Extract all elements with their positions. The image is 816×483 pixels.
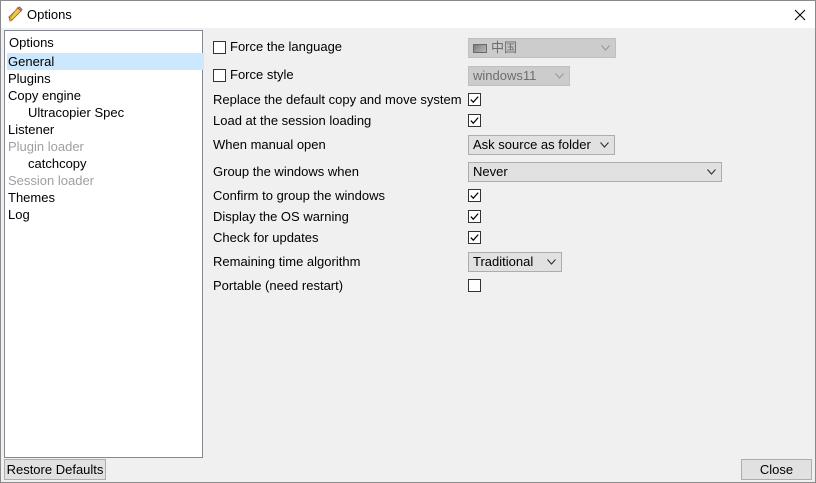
- load-session-checkbox[interactable]: [468, 114, 481, 127]
- manual-open-combo[interactable]: Ask source as folder: [468, 135, 615, 155]
- replace-copy-checkbox[interactable]: [468, 93, 481, 106]
- chevron-down-icon: [707, 169, 716, 175]
- group-windows-combo[interactable]: Never: [468, 162, 722, 182]
- tree-item-ultracopier-spec[interactable]: Ultracopier Spec: [27, 104, 128, 121]
- force-style-label: Force style: [230, 67, 294, 82]
- restore-defaults-button[interactable]: Restore Defaults: [4, 459, 106, 480]
- tree-item-plugin-loader: Plugin loader: [8, 139, 84, 154]
- group-windows-label: Group the windows when: [213, 164, 359, 179]
- force-style-checkbox[interactable]: [213, 69, 226, 82]
- options-tree[interactable]: Options General Plugins Copy engine Ultr…: [4, 30, 204, 458]
- remaining-time-label: Remaining time algorithm: [213, 254, 361, 269]
- style-value: windows11: [473, 68, 537, 83]
- tree-item-session-loader: Session loader: [8, 173, 94, 188]
- check-icon: [470, 234, 479, 242]
- flag-icon: [473, 44, 487, 53]
- os-warning-label: Display the OS warning: [213, 209, 349, 224]
- check-icon: [470, 192, 479, 200]
- tree-item-catchcopy[interactable]: catchcopy: [27, 155, 91, 172]
- close-window-button[interactable]: [785, 1, 815, 28]
- tree-header: Options: [9, 35, 54, 50]
- chevron-down-icon: [555, 73, 564, 79]
- os-warning-checkbox[interactable]: [468, 210, 481, 223]
- ultracopier-pencil-icon: [8, 6, 23, 22]
- check-icon: [470, 213, 479, 221]
- force-language-label: Force the language: [230, 39, 343, 54]
- check-updates-label: Check for updates: [213, 230, 319, 245]
- tree-item-general[interactable]: General: [7, 53, 204, 70]
- load-session-label: Load at the session loading: [213, 113, 372, 128]
- style-combo: windows11: [468, 66, 570, 86]
- check-updates-checkbox[interactable]: [468, 231, 481, 244]
- language-combo: 中国: [468, 38, 616, 58]
- group-windows-value: Never: [473, 164, 508, 179]
- portable-checkbox[interactable]: [468, 279, 481, 292]
- tree-item-copy-engine[interactable]: Copy engine: [7, 87, 85, 104]
- tree-item-plugins[interactable]: Plugins: [7, 70, 55, 87]
- chevron-down-icon: [547, 259, 556, 265]
- manual-open-label: When manual open: [213, 137, 326, 152]
- tree-item-themes[interactable]: Themes: [7, 189, 59, 206]
- confirm-group-checkbox[interactable]: [468, 189, 481, 202]
- check-icon: [470, 96, 479, 104]
- window-title: Options: [27, 7, 72, 22]
- title-bar: Options: [1, 1, 815, 28]
- close-button[interactable]: Close: [741, 459, 812, 480]
- tree-item-listener[interactable]: Listener: [7, 121, 58, 138]
- manual-open-value: Ask source as folder: [473, 137, 591, 152]
- force-language-checkbox[interactable]: [213, 41, 226, 54]
- chevron-down-icon: [600, 142, 609, 148]
- close-icon: [794, 9, 806, 20]
- chevron-down-icon: [601, 45, 610, 51]
- replace-copy-label: Replace the default copy and move system: [213, 92, 462, 107]
- remaining-time-combo[interactable]: Traditional: [468, 252, 562, 272]
- language-value: 中国: [491, 40, 518, 55]
- remaining-time-value: Traditional: [473, 254, 534, 269]
- tree-item-log[interactable]: Log: [7, 206, 34, 223]
- portable-label: Portable (need restart): [213, 278, 344, 293]
- check-icon: [470, 117, 479, 125]
- options-window: Options Options General Plugins Copy eng…: [0, 0, 816, 483]
- confirm-group-label: Confirm to group the windows: [213, 188, 385, 203]
